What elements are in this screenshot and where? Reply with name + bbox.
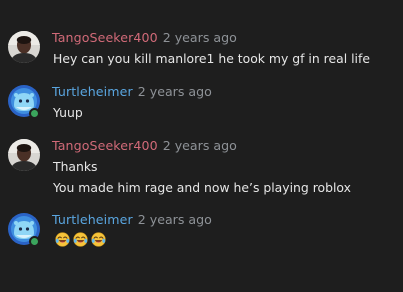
- rolling-on-floor-laughing-emoji-icon: [91, 232, 106, 247]
- message-header: Turtleheimer 2 years ago: [52, 211, 212, 229]
- message-header: TangoSeeker400 2 years ago: [52, 137, 237, 155]
- message-text: Thanks You made him rage and now he’s pl…: [53, 156, 351, 198]
- online-status-icon: [29, 236, 40, 247]
- user-avatar[interactable]: [8, 139, 40, 171]
- online-status-icon: [29, 108, 40, 119]
- message-line: You made him rage and now he’s playing r…: [53, 180, 351, 195]
- message-text: Hey can you kill manlore1 he took my gf …: [53, 48, 370, 69]
- message-header: TangoSeeker400 2 years ago: [52, 29, 237, 47]
- user-avatar[interactable]: [8, 31, 40, 63]
- message-text: [55, 230, 109, 251]
- timestamp: 2 years ago: [162, 30, 237, 45]
- timestamp: 2 years ago: [162, 138, 237, 153]
- username[interactable]: Turtleheimer: [52, 212, 133, 227]
- message-header: Turtleheimer 2 years ago: [52, 83, 212, 101]
- rolling-on-floor-laughing-emoji-icon: [55, 232, 70, 247]
- message-line: Hey can you kill manlore1 he took my gf …: [53, 51, 370, 66]
- message-line: Thanks: [53, 159, 98, 174]
- user-photo-avatar-icon: [8, 31, 40, 63]
- user-photo-avatar-icon: [8, 139, 40, 171]
- username[interactable]: TangoSeeker400: [52, 138, 158, 153]
- username[interactable]: TangoSeeker400: [52, 30, 158, 45]
- message-text: Yuup: [53, 102, 83, 123]
- message-line: Yuup: [53, 105, 83, 120]
- timestamp: 2 years ago: [137, 84, 212, 99]
- username[interactable]: Turtleheimer: [52, 84, 133, 99]
- timestamp: 2 years ago: [137, 212, 212, 227]
- rolling-on-floor-laughing-emoji-icon: [73, 232, 88, 247]
